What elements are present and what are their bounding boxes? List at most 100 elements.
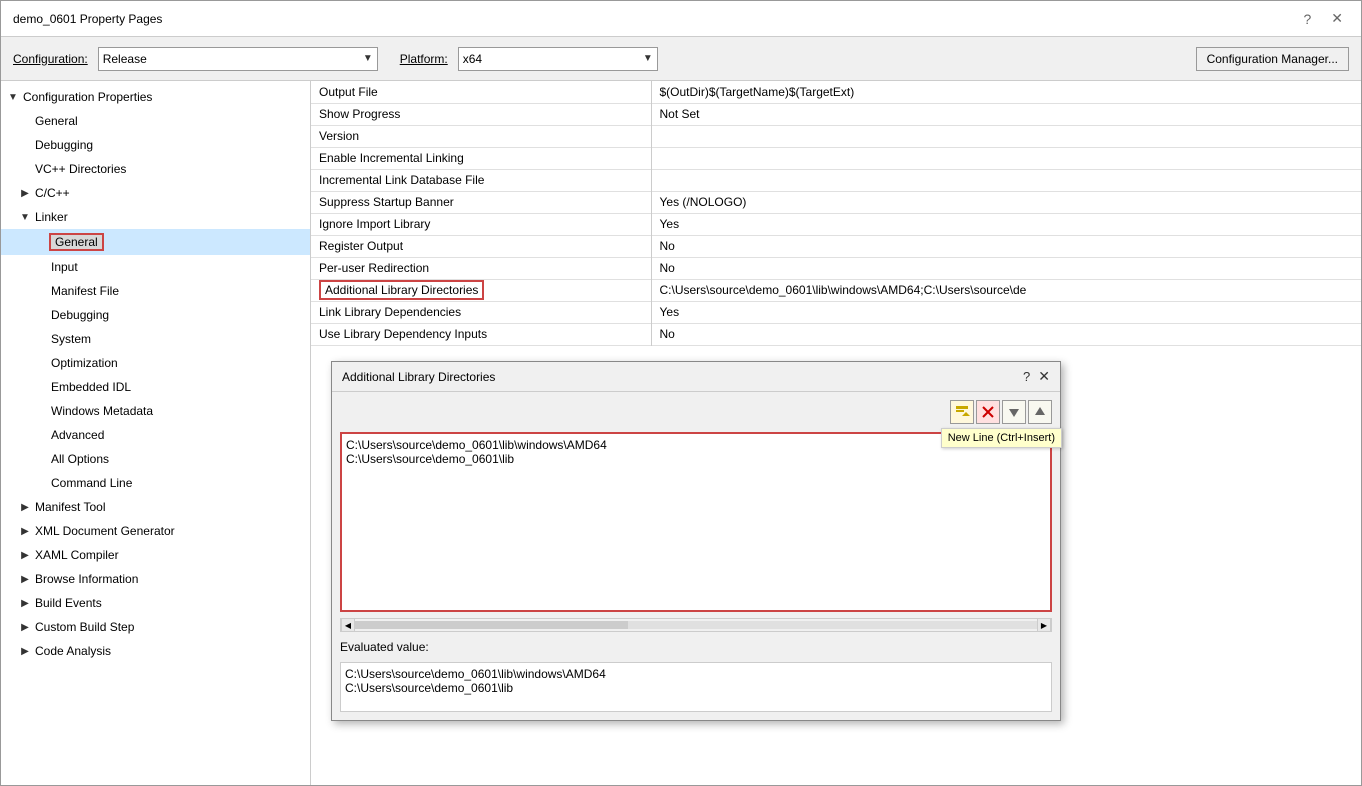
sidebar-label-linker: Linker [33,209,70,225]
table-row[interactable]: Per-user RedirectionNo [311,257,1361,279]
horizontal-scrollbar[interactable]: ◀ ▶ [340,618,1052,632]
sidebar-item-xml-doc-gen[interactable]: ▶ XML Document Generator [1,519,310,543]
table-row[interactable]: Enable Incremental Linking [311,147,1361,169]
sidebar-label-cpp: C/C++ [33,185,72,201]
sidebar-label-all-options: All Options [49,451,111,467]
sidebar-item-custom-build-step[interactable]: ▶ Custom Build Step [1,615,310,639]
prop-value [651,169,1361,191]
prop-name-highlighted: Additional Library Directories [319,280,484,300]
sidebar-item-embedded-idl[interactable]: Embedded IDL [1,375,310,399]
help-button[interactable]: ? [1297,9,1317,29]
props-table: Output File$(OutDir)$(TargetName)$(Targe… [311,81,1361,346]
prop-value: No [651,257,1361,279]
close-button[interactable]: ✕ [1325,8,1349,29]
sidebar-item-windows-metadata[interactable]: Windows Metadata [1,399,310,423]
prop-value: Yes [651,213,1361,235]
sidebar-item-code-analysis[interactable]: ▶ Code Analysis [1,639,310,663]
sidebar-label-browse-info: Browse Information [33,571,140,587]
delete-icon [981,405,995,419]
evaluated-content: C:\Users\source\demo_0601\lib\windows\AM… [340,662,1052,712]
tooltip: New Line (Ctrl+Insert) [941,428,1062,448]
sidebar-item-advanced[interactable]: Advanced [1,423,310,447]
sidebar-label-linker-general: General [49,233,104,251]
sidebar-label-input: Input [49,259,80,275]
scrollbar-thumb [355,621,628,629]
sidebar-item-xaml-compiler[interactable]: ▶ XAML Compiler [1,543,310,567]
platform-arrow: ▼ [643,53,653,64]
additional-lib-dirs-dialog: Additional Library Directories ? ✕ [331,361,1061,721]
config-dropdown[interactable]: Release ▼ [98,47,378,71]
table-row[interactable]: Suppress Startup BannerYes (/NOLOGO) [311,191,1361,213]
dialog-titlebar: Additional Library Directories ? ✕ [332,362,1060,392]
sidebar-label-optimization: Optimization [49,355,120,371]
prop-name: Show Progress [311,103,651,125]
platform-label: Platform: [400,52,448,66]
sidebar-item-general[interactable]: General [1,109,310,133]
sidebar-label-xml-doc-gen: XML Document Generator [33,523,177,539]
sidebar-item-config-props[interactable]: ▼ Configuration Properties [1,85,310,109]
expand-icon: ▶ [17,574,33,585]
prop-value: $(OutDir)$(TargetName)$(TargetExt) [651,81,1361,103]
window-title: demo_0601 Property Pages [13,12,162,26]
sidebar-item-linker-general[interactable]: General [1,229,310,255]
title-bar: demo_0601 Property Pages ? ✕ [1,1,1361,37]
table-row[interactable]: Incremental Link Database File [311,169,1361,191]
main-content: ▼ Configuration Properties General Debug… [1,81,1361,785]
prop-name: Use Library Dependency Inputs [311,323,651,345]
scroll-left-arrow[interactable]: ◀ [341,618,355,632]
sidebar-label-command-line: Command Line [49,475,134,491]
move-down-button[interactable] [1002,400,1026,424]
expand-icon: ▶ [17,526,33,537]
config-bar: Configuration: Release ▼ Platform: x64 ▼… [1,37,1361,81]
new-line-button[interactable] [950,400,974,424]
sidebar-label-embedded-idl: Embedded IDL [49,379,133,395]
sidebar-item-cpp[interactable]: ▶ C/C++ [1,181,310,205]
expand-icon: ▶ [17,622,33,633]
table-row[interactable]: Ignore Import LibraryYes [311,213,1361,235]
table-row[interactable]: Additional Library Directories C:\Users\s… [311,279,1361,301]
dialog-close-button[interactable]: ✕ [1038,368,1050,385]
sidebar-item-linker[interactable]: ▼ Linker [1,205,310,229]
prop-name: Enable Incremental Linking [311,147,651,169]
delete-button[interactable] [976,400,1000,424]
sidebar-item-all-options[interactable]: All Options [1,447,310,471]
dialog-help-button[interactable]: ? [1023,369,1030,384]
evaluated-label: Evaluated value: [340,638,1052,656]
prop-value: No [651,323,1361,345]
scrollbar-track [355,621,1037,629]
sidebar-item-manifest-file[interactable]: Manifest File [1,279,310,303]
prop-value: C:\Users\source\demo_0601\lib\windows\AM… [651,279,1361,301]
config-manager-button[interactable]: Configuration Manager... [1196,47,1349,71]
sidebar-item-command-line[interactable]: Command Line [1,471,310,495]
table-row[interactable]: Version [311,125,1361,147]
table-row[interactable]: Register OutputNo [311,235,1361,257]
list-item: C:\Users\source\demo_0601\lib [346,452,1046,466]
sidebar-item-system[interactable]: System [1,327,310,351]
expand-icon: ▼ [5,92,21,103]
sidebar-item-debugging[interactable]: Debugging [1,133,310,157]
table-row[interactable]: Use Library Dependency InputsNo [311,323,1361,345]
prop-value [651,147,1361,169]
sidebar-item-input[interactable]: Input [1,255,310,279]
sidebar-item-build-events[interactable]: ▶ Build Events [1,591,310,615]
sidebar-label-manifest-file: Manifest File [49,283,121,299]
table-row[interactable]: Show ProgressNot Set [311,103,1361,125]
sidebar-item-manifest-tool[interactable]: ▶ Manifest Tool [1,495,310,519]
sidebar-label-manifest-tool: Manifest Tool [33,499,107,515]
table-row[interactable]: Output File$(OutDir)$(TargetName)$(Targe… [311,81,1361,103]
scroll-right-arrow[interactable]: ▶ [1037,618,1051,632]
config-arrow: ▼ [363,53,373,64]
config-label: Configuration: [13,52,88,66]
platform-dropdown[interactable]: x64 ▼ [458,47,658,71]
sidebar-item-browse-info[interactable]: ▶ Browse Information [1,567,310,591]
prop-value: No [651,235,1361,257]
sidebar-item-vc-dirs[interactable]: VC++ Directories [1,157,310,181]
dialog-title: Additional Library Directories [342,370,495,384]
sidebar-item-linker-debugging[interactable]: Debugging [1,303,310,327]
dialog-body: New Line (Ctrl+Insert) C:\Users\source\d… [332,392,1060,720]
table-row[interactable]: Link Library DependenciesYes [311,301,1361,323]
dir-lines-area[interactable]: C:\Users\source\demo_0601\lib\windows\AM… [340,432,1052,612]
prop-name: Link Library Dependencies [311,301,651,323]
move-up-button[interactable] [1028,400,1052,424]
sidebar-item-optimization[interactable]: Optimization [1,351,310,375]
